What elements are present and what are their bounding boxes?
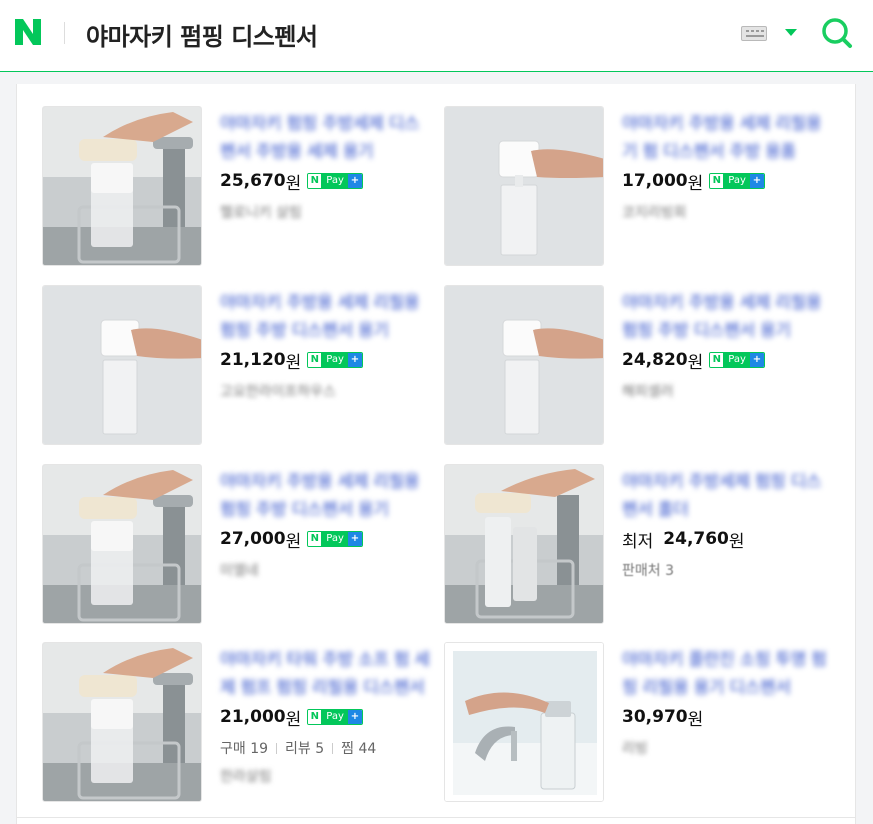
currency-unit: 원 <box>285 531 302 552</box>
npay-plus-icon: + <box>347 532 362 546</box>
product-title-link[interactable]: 야마자키 펌핑 주방세제 디스펜서 주방용 세제 용기 <box>220 110 430 166</box>
product-title-link[interactable]: 야마자키 주방용 세제 리필용 펌핑 주방 디스펜서 용기 <box>622 289 832 345</box>
npay-plus-icon: + <box>749 174 764 188</box>
npay-n-icon: N <box>308 710 323 724</box>
naver-logo-icon[interactable] <box>12 16 44 48</box>
seller-name[interactable]: 코지리빙회 <box>622 202 832 222</box>
search-query-title[interactable]: 야마자키 펌핑 디스펜서 <box>86 17 318 52</box>
product-thumbnail[interactable] <box>444 285 604 445</box>
seller-count[interactable]: 판매처 3 <box>622 560 832 580</box>
currency-unit: 원 <box>687 352 704 373</box>
currency-unit: 원 <box>687 173 704 194</box>
product-title-link[interactable]: 야마자키 주방용 세제 리필용 펌핑 주방 디스펜서 용기 <box>220 468 430 524</box>
npay-n-icon: N <box>308 353 323 367</box>
keyboard-icon[interactable] <box>741 26 767 41</box>
npay-plus-icon: + <box>347 353 362 367</box>
product-card[interactable]: 야마자키 주방세제 펌핑 디스펜서 홀더 최저 24,760 원 판매처 3 <box>444 464 844 624</box>
product-thumbnail[interactable] <box>42 106 202 266</box>
search-icon[interactable] <box>820 16 854 50</box>
product-title-link[interactable]: 야마자키 주방용 세제 리필용기 펌 디스펜서 주방 용품 <box>622 110 832 166</box>
npay-label: Pay <box>322 710 348 724</box>
npay-n-icon: N <box>308 532 323 546</box>
panel-bottom-divider <box>16 817 856 818</box>
wishlist-count: 찜 44 <box>341 741 377 757</box>
npay-label: Pay <box>322 174 348 188</box>
seller-count-text: 판매처 3 <box>622 563 674 579</box>
product-price: 25,670 <box>220 171 286 191</box>
seller-name[interactable]: 고요한라이프하우스 <box>220 381 430 401</box>
seller-name[interactable]: 헬로니키 살림 <box>220 202 430 222</box>
product-card[interactable]: 야마자키 주방용 세제 리필용 펌핑 주방 디스펜서 용기 21,120 원 N… <box>42 285 442 445</box>
npay-plus-badge: N Pay + <box>307 709 363 725</box>
product-card[interactable]: 야마자키 펌핑 주방세제 디스펜서 주방용 세제 용기 25,670 원 N P… <box>42 106 442 266</box>
product-title-link[interactable]: 야마자키 플란진 소핑 투명 펌핑 리필용 용기 디스펜서 <box>622 646 832 702</box>
product-card[interactable]: 야마자키 주방용 세제 리필용기 펌 디스펜서 주방 용품 17,000 원 N… <box>444 106 844 266</box>
product-price: 24,760 <box>663 529 729 549</box>
npay-label: Pay <box>724 353 750 367</box>
seller-name[interactable]: 해피셀러 <box>622 381 832 401</box>
currency-unit: 원 <box>285 352 302 373</box>
product-thumbnail[interactable] <box>42 285 202 445</box>
product-title-link[interactable]: 야마자키 주방용 세제 리필용 펌핑 주방 디스펜서 용기 <box>220 289 430 345</box>
stats-separator <box>276 742 278 754</box>
npay-n-icon: N <box>710 174 725 188</box>
seller-name[interactable]: 한라살림 <box>220 766 430 786</box>
npay-plus-badge: N Pay + <box>307 173 363 189</box>
currency-unit: 원 <box>687 709 704 730</box>
currency-unit: 원 <box>285 709 302 730</box>
seller-name[interactable]: 미엘네 <box>220 560 430 580</box>
npay-n-icon: N <box>710 353 725 367</box>
purchase-count: 구매 19 <box>220 741 269 757</box>
npay-n-icon: N <box>308 174 323 188</box>
product-thumbnail[interactable] <box>444 464 604 624</box>
npay-label: Pay <box>322 353 348 367</box>
product-title-link[interactable]: 야마자키 타워 주방 소프 펌 세제 펌프 펌핑 리필용 디스펜서 <box>220 646 430 702</box>
currency-unit: 원 <box>728 531 745 552</box>
product-stats: 구매 19 리뷰 5 찜 44 <box>220 738 430 758</box>
npay-plus-badge: N Pay + <box>307 352 363 368</box>
npay-label: Pay <box>724 174 750 188</box>
product-price: 21,120 <box>220 350 286 370</box>
npay-plus-icon: + <box>347 710 362 724</box>
npay-plus-icon: + <box>347 174 362 188</box>
seller-name[interactable]: 리빙 <box>622 738 832 758</box>
product-price: 24,820 <box>622 350 688 370</box>
chevron-down-icon[interactable] <box>785 29 797 36</box>
product-thumbnail[interactable] <box>42 464 202 624</box>
product-thumbnail[interactable] <box>42 642 202 802</box>
product-card[interactable]: 야마자키 주방용 세제 리필용 펌핑 주방 디스펜서 용기 27,000 원 N… <box>42 464 442 624</box>
product-card[interactable]: 야마자키 타워 주방 소프 펌 세제 펌프 펌핑 리필용 디스펜서 21,000… <box>42 642 442 802</box>
header-divider <box>64 22 65 44</box>
npay-plus-badge: N Pay + <box>307 531 363 547</box>
product-card[interactable]: 야마자키 플란진 소핑 투명 펌핑 리필용 용기 디스펜서 30,970 원 리… <box>444 642 844 802</box>
app-header: 야마자키 펌핑 디스펜서 <box>0 0 873 72</box>
review-count[interactable]: 리뷰 5 <box>285 738 324 758</box>
npay-plus-icon: + <box>749 353 764 367</box>
stats-separator <box>332 742 334 754</box>
npay-label: Pay <box>322 532 348 546</box>
npay-plus-badge: N Pay + <box>709 352 765 368</box>
lowest-price-label: 최저 <box>622 531 654 552</box>
product-thumbnail[interactable] <box>444 642 604 802</box>
product-price: 30,970 <box>622 707 688 727</box>
product-price: 17,000 <box>622 171 688 191</box>
product-title-link[interactable]: 야마자키 주방세제 펌핑 디스펜서 홀더 <box>622 468 832 524</box>
product-price: 21,000 <box>220 707 286 727</box>
product-price: 27,000 <box>220 529 286 549</box>
product-card[interactable]: 야마자키 주방용 세제 리필용 펌핑 주방 디스펜서 용기 24,820 원 N… <box>444 285 844 445</box>
npay-plus-badge: N Pay + <box>709 173 765 189</box>
currency-unit: 원 <box>285 173 302 194</box>
product-thumbnail[interactable] <box>444 106 604 266</box>
